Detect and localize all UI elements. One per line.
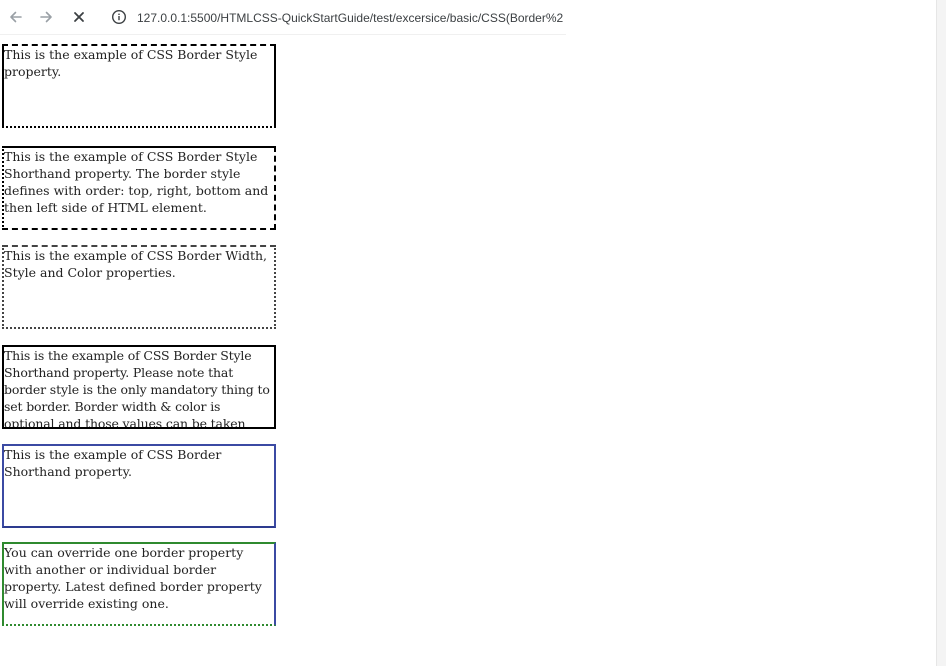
box-text: You can override one border property wit… [4, 545, 262, 611]
stop-loading-button[interactable] [69, 7, 89, 27]
box-text: This is the example of CSS Border Style … [4, 149, 269, 215]
border-style-mandatory-example-box: This is the example of CSS Border Style … [2, 345, 276, 429]
close-icon [74, 12, 84, 22]
scrollbar-track[interactable] [936, 0, 946, 666]
border-override-example-box: You can override one border property wit… [2, 542, 276, 626]
box-text: This is the example of CSS Border Shorth… [4, 447, 222, 479]
border-style-example-box: This is the example of CSS Border Style … [2, 44, 276, 128]
border-style-shorthand-example-box: This is the example of CSS Border Style … [2, 146, 276, 230]
arrow-left-icon [10, 11, 22, 23]
box-text: This is the example of CSS Border Style … [4, 47, 258, 79]
border-shorthand-example-box: This is the example of CSS Border Shorth… [2, 444, 276, 528]
arrow-right-icon [40, 11, 52, 23]
box-text: This is the example of CSS Border Style … [4, 348, 270, 429]
browser-toolbar: 127.0.0.1:5500/HTMLCSS-QuickStartGuide/t… [0, 0, 566, 35]
border-width-style-color-example-box: This is the example of CSS Border Width,… [2, 245, 276, 329]
box-text: This is the example of CSS Border Width,… [4, 248, 268, 280]
info-circle-icon[interactable] [111, 9, 127, 25]
back-button[interactable] [6, 7, 26, 27]
address-bar-url[interactable]: 127.0.0.1:5500/HTMLCSS-QuickStartGuide/t… [137, 9, 566, 27]
forward-button[interactable] [36, 7, 56, 27]
